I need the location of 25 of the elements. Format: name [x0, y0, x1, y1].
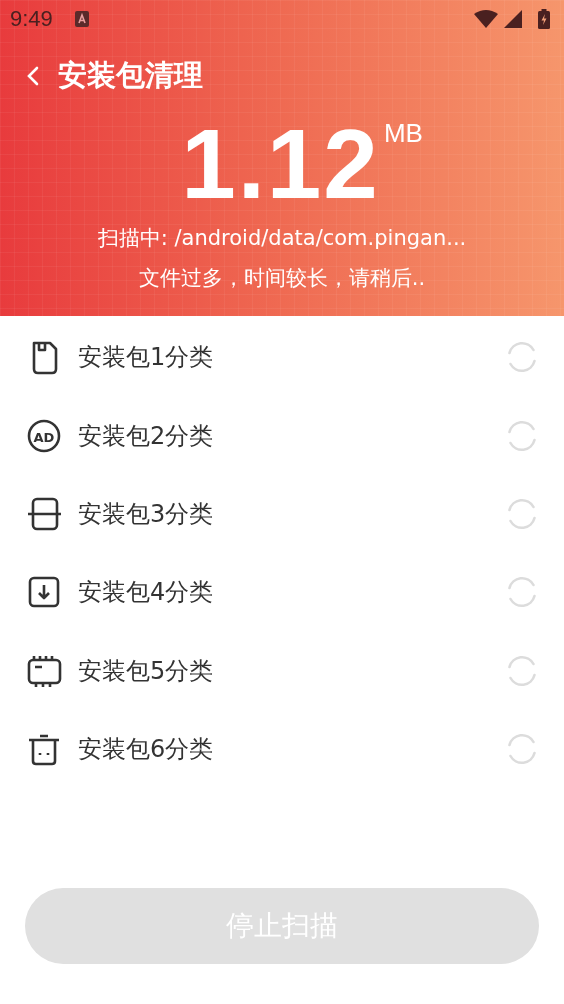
loading-spinner-icon [506, 419, 538, 452]
wait-hint-text: 文件过多，时间较长，请稍后.. [137, 265, 427, 292]
scan-path-text: 扫描中: /android/data/com.pingan... [96, 225, 468, 252]
category-label: 安装包2分类 [78, 420, 214, 452]
loading-spinner-icon [506, 497, 538, 530]
category-label: 安装包4分类 [78, 577, 214, 609]
ad-icon: AD [26, 417, 62, 454]
category-label: 安装包1分类 [78, 342, 214, 374]
page-title: 安装包清理 [58, 57, 203, 94]
loading-spinner-icon [506, 654, 538, 687]
category-label: 安装包5分类 [78, 655, 214, 687]
size-unit: MB [383, 118, 423, 149]
wifi-icon [474, 10, 498, 28]
category-label: 安装包3分类 [78, 498, 214, 530]
screen-icon [26, 495, 62, 532]
battery-icon [538, 9, 550, 29]
status-time: 9:49 [10, 6, 53, 32]
signal-icon [504, 10, 522, 28]
category-label: 安装包6分类 [78, 734, 214, 766]
scanned-size: 1.12 [181, 114, 380, 214]
loading-spinner-icon [506, 733, 538, 766]
loading-spinner-icon [506, 341, 538, 374]
notification-icon [74, 11, 89, 27]
back-button[interactable] [26, 65, 40, 87]
loading-spinner-icon [506, 576, 538, 609]
